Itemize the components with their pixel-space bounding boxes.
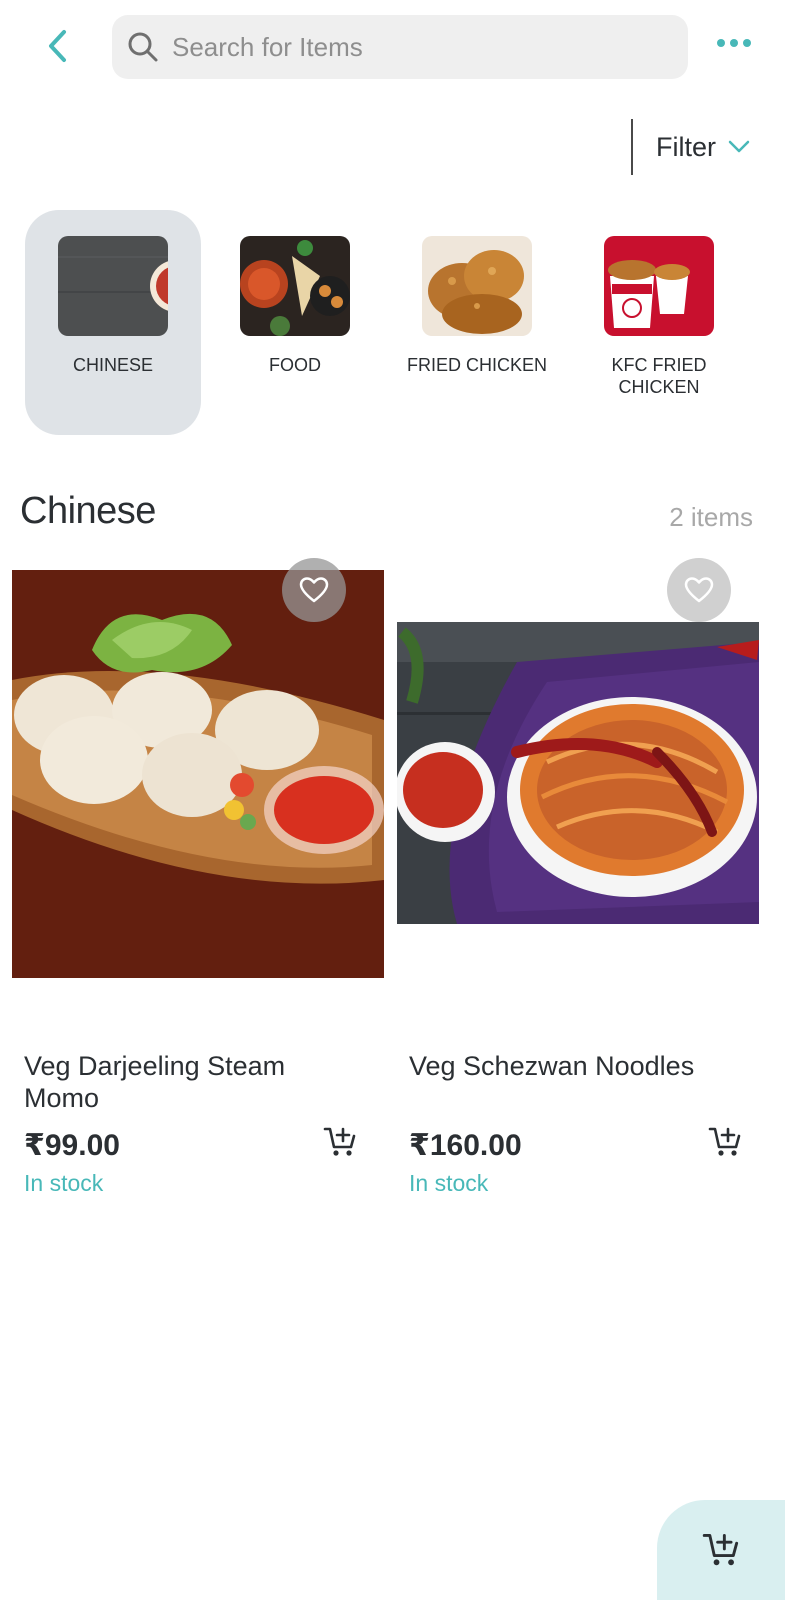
section-item-count: 2 items [669, 502, 753, 532]
product-image-noodles[interactable] [397, 622, 759, 924]
section-title: Chinese [20, 490, 156, 532]
add-to-cart-icon [708, 1127, 741, 1156]
product-card[interactable]: Veg Schezwan Noodles ₹160.00 In stock [397, 558, 769, 1196]
chevron-left-icon [49, 30, 66, 62]
product-price: ₹99.00 [24, 1129, 120, 1162]
filter-button[interactable]: Filter [656, 126, 750, 168]
category-kfc-fried-chicken[interactable]: KFC FRIED CHICKEN [571, 210, 747, 435]
product-title[interactable]: Veg Schezwan Noodles [409, 1050, 709, 1082]
add-to-cart-button[interactable] [705, 1122, 745, 1162]
product-card[interactable]: Veg Darjeeling Steam Momo ₹99.00 In stoc… [12, 558, 384, 1196]
heart-icon [684, 577, 714, 603]
stock-status: In stock [409, 1170, 489, 1196]
favorite-button[interactable] [282, 558, 346, 622]
category-label: KFC FRIED CHICKEN [611, 355, 707, 397]
category-food[interactable]: FOOD [207, 210, 383, 435]
category-label: CHINESE [72, 355, 153, 375]
search-icon [126, 30, 160, 64]
chevron-down-icon [728, 140, 750, 153]
search-input[interactable] [172, 31, 652, 63]
search-bar[interactable] [112, 15, 688, 79]
category-chinese-image [58, 236, 168, 336]
product-title[interactable]: Veg Darjeeling Steam Momo [24, 1050, 324, 1114]
product-price: ₹160.00 [409, 1129, 522, 1162]
filter-label: Filter [656, 131, 716, 162]
add-to-cart-icon [323, 1127, 356, 1156]
heart-icon [299, 577, 329, 603]
category-kfc-fried-chicken-image [604, 236, 714, 336]
category-strip: CHINESE FOOD FRIED CHICKEN KFC FRIED CHI… [0, 210, 785, 435]
category-label: FOOD [269, 355, 321, 375]
category-label: FRIED CHICKEN [406, 355, 547, 375]
category-chinese[interactable]: CHINESE [25, 210, 201, 435]
favorite-button[interactable] [667, 558, 731, 622]
cart-fab-button[interactable] [657, 1500, 785, 1600]
product-image-momo[interactable] [12, 570, 384, 978]
category-fried-chicken[interactable]: FRIED CHICKEN [389, 210, 565, 435]
filter-divider [631, 119, 633, 175]
cart-icon [702, 1534, 739, 1566]
more-options-button[interactable] [712, 28, 756, 58]
more-horizontal-icon [717, 39, 751, 47]
back-button[interactable] [38, 26, 78, 66]
category-food-image [240, 236, 350, 336]
add-to-cart-button[interactable] [320, 1122, 360, 1162]
category-fried-chicken-image [422, 236, 532, 336]
stock-status: In stock [24, 1170, 104, 1196]
